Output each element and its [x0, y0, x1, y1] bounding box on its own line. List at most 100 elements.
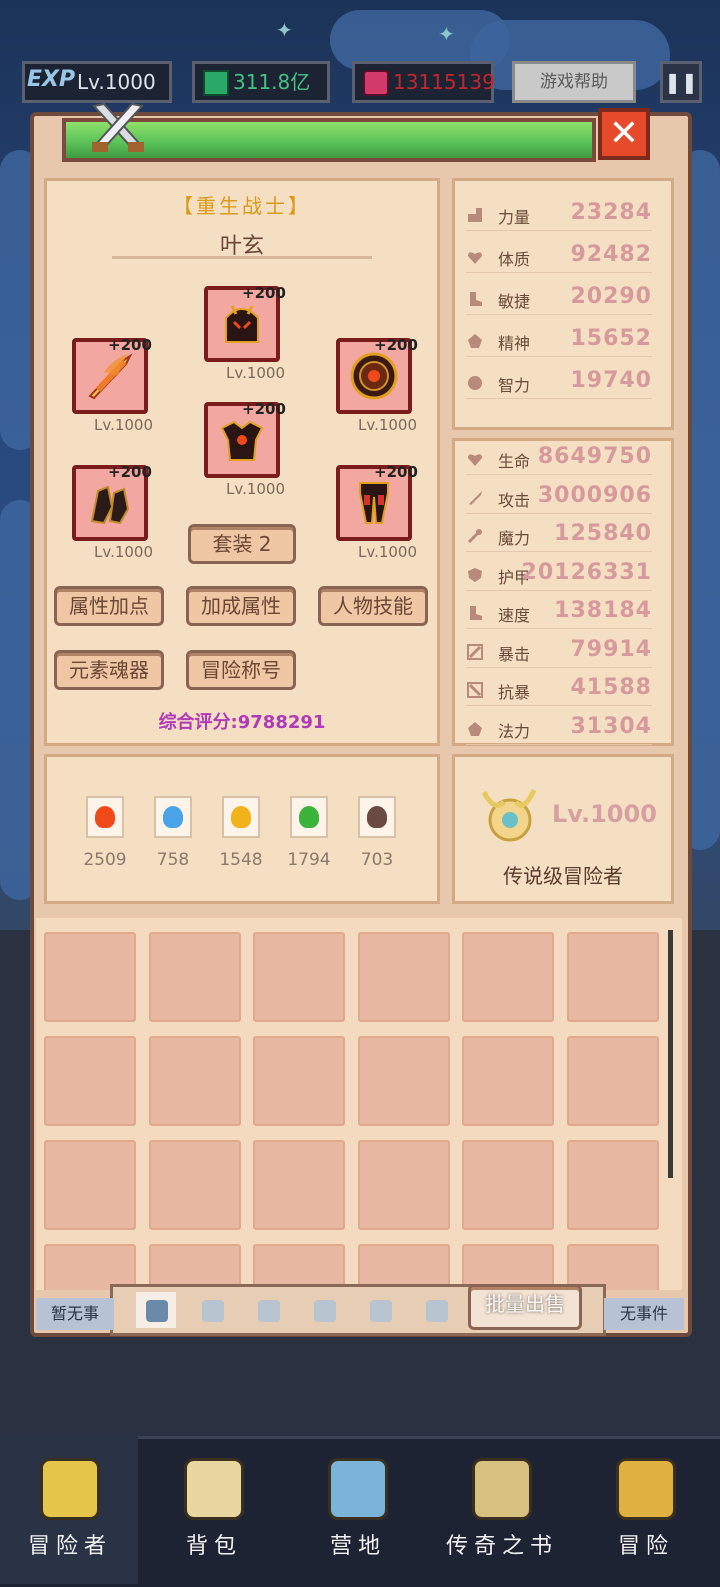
stat-divider — [466, 705, 652, 706]
glove-icon — [426, 1300, 448, 1322]
tab-helmet[interactable] — [248, 1292, 288, 1328]
stat-divider — [466, 628, 652, 629]
bulk-sell-button[interactable]: 批量出售 — [468, 1284, 582, 1330]
inventory-scrollbar[interactable] — [668, 930, 673, 1178]
inventory-slot[interactable] — [566, 932, 659, 1022]
nav-adventurer[interactable] — [0, 1440, 140, 1584]
inventory-slot[interactable] — [566, 1036, 659, 1126]
sword-icon — [146, 1300, 168, 1322]
inventory-slot[interactable] — [462, 932, 554, 1022]
element-3[interactable] — [290, 796, 328, 838]
stat-divider — [466, 551, 652, 552]
inventory-panel — [36, 918, 682, 1290]
boot-icon — [466, 290, 484, 308]
stat-divider — [466, 743, 652, 745]
dark-armor-icon — [220, 420, 264, 461]
inventory-slot[interactable] — [44, 1036, 136, 1126]
stat-divider — [466, 512, 652, 514]
nav-camp[interactable] — [288, 1440, 428, 1584]
tab-pants[interactable] — [360, 1292, 400, 1328]
tab-glove[interactable] — [416, 1292, 456, 1328]
rank-level: Lv.1000 — [552, 800, 657, 828]
stat-name: 抗暴 — [498, 683, 531, 702]
total-score: 综合评分:9788291 — [158, 712, 326, 733]
enhance-level: +200 — [374, 336, 418, 354]
fire-icon — [95, 806, 115, 828]
stat-name: 精神 — [498, 334, 531, 353]
crystal-amount: 13115139 — [393, 70, 495, 94]
nav-label: 传奇之书 — [445, 1534, 558, 1559]
exp-label: EXP — [27, 67, 76, 92]
element-soul-button[interactable]: 元素魂器 — [54, 650, 164, 690]
stat-value: 20290 — [570, 284, 652, 309]
stat-value: 15652 — [570, 326, 652, 351]
stat-row-1: 攻击 3000906 — [466, 483, 666, 513]
element-1[interactable] — [154, 796, 192, 838]
adventure-title-button[interactable]: 冒险称号 — [186, 650, 296, 690]
element-2[interactable] — [222, 796, 260, 838]
stat-value: 8649750 — [537, 444, 652, 469]
brain-icon — [466, 374, 484, 392]
inventory-slot[interactable] — [357, 932, 450, 1022]
attribute-points-button[interactable]: 属性加点 — [54, 586, 164, 626]
nav-legend-book[interactable] — [432, 1440, 572, 1584]
inventory-slot[interactable] — [44, 932, 136, 1022]
inventory-slot[interactable] — [44, 1140, 136, 1230]
tab-shield[interactable] — [192, 1292, 232, 1328]
stat-value: 19740 — [570, 368, 652, 393]
armor-icon — [314, 1300, 336, 1322]
backpack-icon — [184, 1458, 244, 1520]
leg-armor-icon — [359, 482, 389, 524]
game-help-button[interactable]: 游戏帮助 — [512, 61, 636, 103]
inventory-slot[interactable] — [566, 1140, 659, 1230]
stat-row-5: 暴击 79914 — [466, 637, 666, 667]
stat-divider — [466, 230, 652, 231]
inventory-slot[interactable] — [148, 1036, 241, 1126]
stat-value: 125840 — [554, 521, 652, 546]
pause-button[interactable]: ❚❚ — [660, 61, 702, 103]
stat-divider — [466, 272, 652, 273]
stat-row-0: 力量 23284 — [466, 200, 666, 230]
stat-name: 力量 — [498, 208, 531, 227]
stat-divider — [466, 589, 652, 591]
inventory-slot[interactable] — [148, 1140, 241, 1230]
spirit-icon — [466, 720, 484, 738]
element-0[interactable] — [86, 796, 124, 838]
bonus-attributes-button[interactable]: 加成属性 — [186, 586, 296, 626]
inventory-slot[interactable] — [253, 932, 345, 1022]
stat-divider — [466, 398, 652, 399]
event-left: 暂无事 — [36, 1298, 114, 1330]
set-bonus-button[interactable]: 套装 2 — [188, 524, 296, 564]
inventory-slot[interactable] — [357, 1140, 450, 1230]
adventure-icon — [616, 1458, 676, 1520]
stat-row-4: 智力 19740 — [466, 368, 666, 398]
crit-icon — [466, 643, 484, 661]
stat-row-2: 魔力 125840 — [466, 521, 666, 551]
close-button[interactable]: ✕ — [598, 108, 650, 160]
sword-icon — [466, 489, 484, 507]
shield-icon — [466, 566, 484, 584]
stat-value: 92482 — [570, 242, 652, 267]
nav-backpack[interactable] — [144, 1440, 284, 1584]
legend-emblem-icon — [474, 782, 544, 848]
gem-amount: 311.8亿 — [233, 70, 311, 94]
inventory-slot[interactable] — [462, 1140, 554, 1230]
character-skills-button[interactable]: 人物技能 — [318, 586, 428, 626]
enhance-level: +200 — [242, 284, 286, 302]
gem-counter: 311.8亿 — [192, 61, 330, 103]
inventory-slot[interactable] — [253, 1140, 345, 1230]
tab-sword[interactable] — [136, 1292, 176, 1328]
camp-icon — [328, 1458, 388, 1520]
tab-armor[interactable] — [304, 1292, 344, 1328]
inventory-slot[interactable] — [462, 1036, 554, 1126]
inventory-slot[interactable] — [148, 932, 241, 1022]
element-4[interactable] — [358, 796, 396, 838]
inventory-slot[interactable] — [357, 1036, 450, 1126]
level-display: EXP Lv.1000 — [22, 61, 172, 103]
nav-adventure[interactable] — [576, 1440, 716, 1584]
stat-name: 魔力 — [498, 529, 531, 548]
equip-level: Lv.1000 — [358, 416, 418, 434]
stat-row-4: 速度 138184 — [466, 598, 666, 628]
inventory-slot[interactable] — [253, 1036, 345, 1126]
legend-book-icon — [472, 1458, 532, 1520]
